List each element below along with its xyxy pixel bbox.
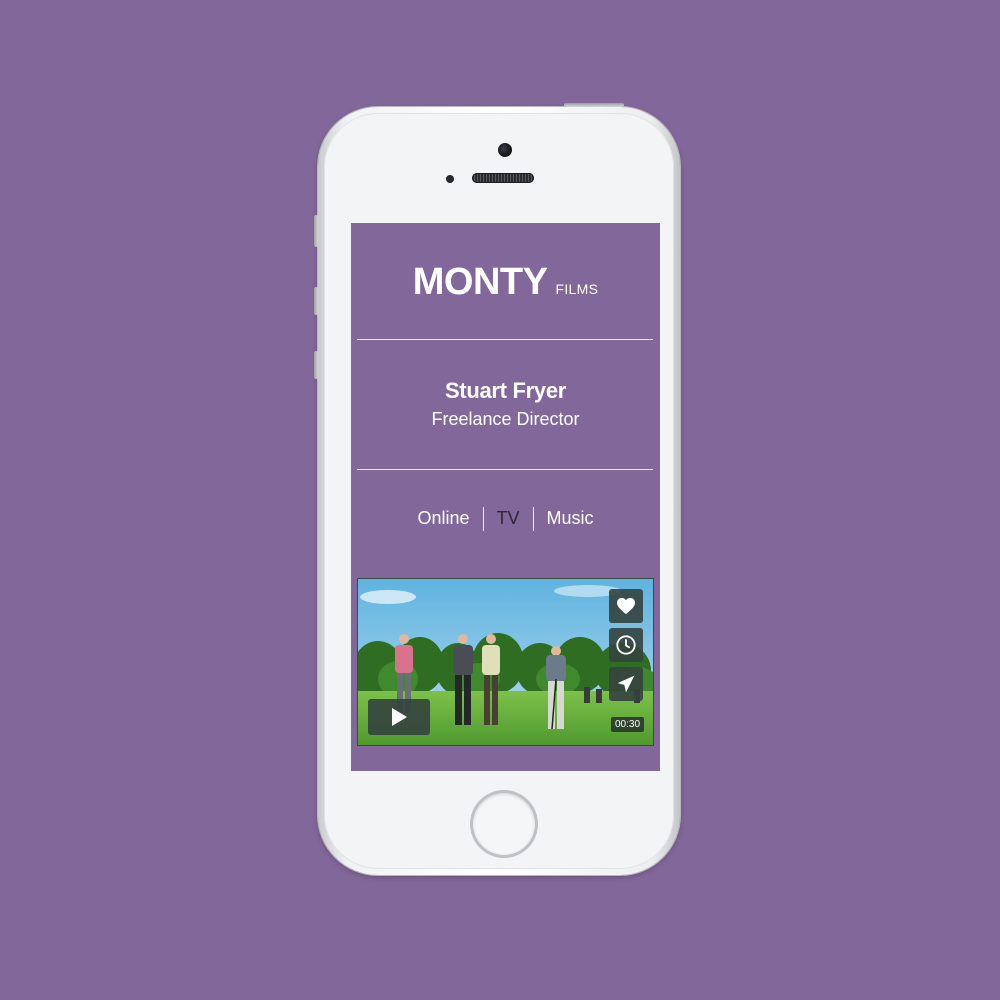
earpiece-speaker (472, 173, 534, 183)
power-button (564, 103, 624, 107)
video-duration: 00:30 (611, 717, 645, 732)
volume-down-button (314, 351, 318, 379)
brand-logo[interactable]: MONTY FILMS (351, 261, 660, 304)
share-button[interactable] (609, 667, 643, 701)
brand-subtitle: FILMS (555, 281, 599, 297)
phone-face: MONTY FILMS Stuart Fryer Freelance Direct… (324, 113, 674, 869)
director-role: Freelance Director (431, 409, 580, 429)
watch-later-button[interactable] (609, 628, 643, 662)
proximity-sensor (446, 175, 454, 183)
heart-icon (617, 597, 635, 615)
header-divider (357, 339, 653, 340)
like-button[interactable] (609, 589, 643, 623)
phone-screen: MONTY FILMS Stuart Fryer Freelance Direct… (351, 223, 660, 771)
nav-item-music[interactable]: Music (534, 506, 607, 531)
video-player[interactable]: 00:30 (358, 579, 653, 745)
front-camera (498, 143, 512, 157)
director-name: Stuart Fryer (444, 378, 567, 403)
phone-device: MONTY FILMS Stuart Fryer Freelance Direct… (314, 103, 680, 875)
nav-item-tv[interactable]: TV (484, 506, 533, 531)
profile-divider (357, 469, 653, 470)
brand-name: MONTY (412, 261, 548, 303)
clock-icon (616, 635, 636, 655)
send-icon (617, 675, 635, 693)
category-nav: Online TV Music (351, 506, 660, 531)
home-button (473, 793, 535, 855)
play-button[interactable] (368, 699, 430, 735)
mockup-stage: MONTY FILMS Stuart Fryer Freelance Direct… (0, 0, 1000, 1000)
play-icon (392, 708, 407, 726)
volume-up-button (314, 287, 318, 315)
mute-switch (314, 215, 318, 247)
nav-item-online[interactable]: Online (404, 506, 482, 531)
